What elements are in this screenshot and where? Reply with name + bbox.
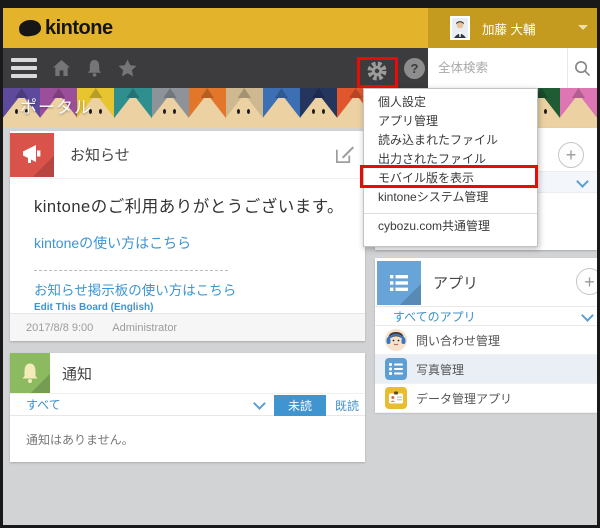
dashed-divider [34,270,228,271]
all-apps-link[interactable]: すべてのアプリ [393,308,476,325]
menu-item-kintone-system-admin[interactable]: kintoneシステム管理 [364,188,537,207]
pencil-graphic [262,88,300,128]
avatar-photo [452,18,468,38]
notifications-header: 通知 [10,353,365,393]
bell-icon [10,353,50,393]
kintone-portal-window: ポータル kintone 加藤 大輔 ? 全体検索 + お知らせ kintone… [0,0,600,528]
menu-item-app-management[interactable]: アプリ管理 [364,112,537,131]
notifications-title: 通知 [62,365,93,383]
unread-tab[interactable]: 未読 [274,395,326,416]
read-tab[interactable]: 既読 [335,395,359,416]
user-menu[interactable]: 加藤 大輔 [428,8,597,48]
announcement-footer: 2017/8/8 9:00 Administrator [10,313,365,341]
apps-list-icon [377,261,421,305]
app-header: kintone 加藤 大輔 [3,8,597,48]
home-icon[interactable] [52,59,71,77]
chevron-down-icon[interactable] [253,397,266,410]
data-app-icon [385,387,407,409]
app-row-inquiry-management[interactable]: 問い合わせ管理 [375,326,597,355]
chevron-down-icon [576,175,589,188]
app-row-data-management[interactable]: データ管理アプリ [375,384,597,413]
pencil-graphic [188,88,226,128]
window-frame-left [0,0,3,528]
notification-bell-icon[interactable] [86,59,103,77]
app-row-photo-management[interactable]: 写真管理 [375,355,597,384]
all-apps-row[interactable]: すべてのアプリ [375,306,597,326]
notifications-empty-message: 通知はありません。 [26,433,134,447]
announcement-body: kintoneのご利用ありがとうございます。 kintoneの使い方はこちら お… [10,179,365,313]
add-space-button[interactable]: + [558,142,584,168]
notifications-panel: 通知 すべて 未読 既読 通知はありません。 [10,353,365,462]
portal-title: ポータル [20,98,92,117]
menu-item-show-mobile-version[interactable]: モバイル版を表示 [364,169,537,188]
announcement-title: お知らせ [70,147,130,164]
kintone-logo-text: kintone [45,16,113,39]
edit-this-board-link[interactable]: Edit This Board (English) [34,302,365,313]
apps-title: アプリ [433,274,479,292]
app-name: 問い合わせ管理 [416,333,501,348]
user-name: 加藤 大輔 [482,22,536,37]
chevron-down-icon [581,309,594,322]
chevron-down-icon [578,25,588,30]
how-to-use-kintone-link[interactable]: kintoneの使い方はこちら [34,233,365,253]
kintone-logo[interactable]: kintone [17,16,113,40]
user-avatar [450,16,470,40]
global-search [428,48,597,88]
app-name: データ管理アプリ [416,391,513,406]
help-icon[interactable]: ? [404,58,425,79]
menu-item-personal-settings[interactable]: 個人設定 [364,93,537,112]
announcement-author: Administrator [112,321,178,334]
menu-separator [364,213,537,214]
pencil-graphic [114,88,152,128]
kintone-logo-icon [17,18,43,38]
edit-icon[interactable] [334,144,355,170]
pencil-graphic [559,88,597,128]
pencil-graphic [300,88,338,128]
hamburger-menu-icon[interactable] [11,58,37,78]
apps-header: アプリ + [375,258,600,306]
menu-item-cybozu-common-admin[interactable]: cybozu.com共通管理 [364,217,537,236]
bulletin-board-usage-link[interactable]: お知らせ掲示板の使い方はこちら [34,279,365,299]
photo-app-icon [385,358,407,380]
settings-gear-icon[interactable] [366,60,388,87]
announcement-timestamp: 2017/8/8 9:00 [26,321,94,334]
megaphone-icon [10,132,54,177]
menu-item-exported-files[interactable]: 出力されたファイル [364,150,537,169]
announcement-header: お知らせ [10,131,365,179]
apps-panel: アプリ + すべてのアプリ 問い合わせ管理 写真管理 データ管理アプリ [375,258,600,413]
notifications-filter-row: すべて 未読 既読 [10,393,365,416]
pencil-graphic [225,88,263,128]
search-icon[interactable] [567,48,597,88]
filter-dropdown[interactable]: すべて [26,396,61,413]
window-frame-top [0,0,600,8]
menu-item-imported-files[interactable]: 読み込まれたファイル [364,131,537,150]
announcement-panel: お知らせ kintoneのご利用ありがとうございます。 kintoneの使い方は… [10,131,365,341]
inquiry-app-avatar-icon [385,329,407,351]
settings-dropdown-menu: 個人設定 アプリ管理 読み込まれたファイル 出力されたファイル モバイル版を表示… [363,88,538,247]
favorites-star-icon[interactable] [118,59,137,77]
search-input[interactable] [428,48,566,88]
pencil-graphic [151,88,189,128]
announcement-greeting: kintoneのご利用ありがとうございます。 [34,198,345,216]
app-name: 写真管理 [416,362,465,377]
